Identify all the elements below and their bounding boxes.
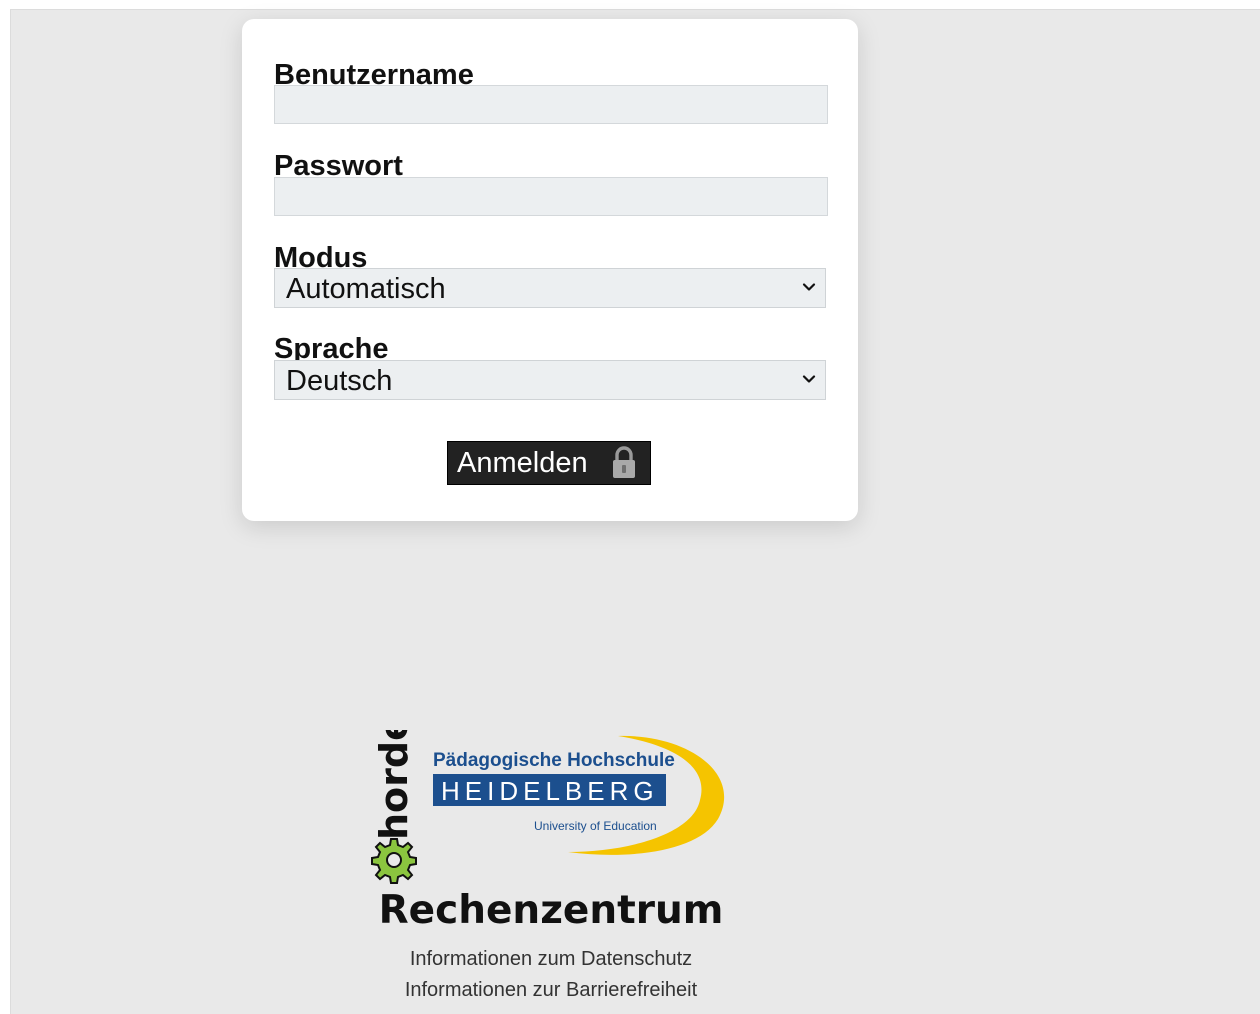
accessibility-link[interactable]: Informationen zur Barrierefreiheit <box>11 978 1091 1002</box>
privacy-link[interactable]: Informationen zum Datenschutz <box>11 947 1091 971</box>
login-button-label: Anmelden <box>457 447 588 479</box>
ph-line-3: University of Education <box>534 819 657 833</box>
chevron-down-icon <box>802 283 816 291</box>
ph-line-1: Pädagogische Hochschule <box>433 750 675 771</box>
ph-heidelberg-logo: Pädagogische Hochschule HEIDELBERG Unive… <box>433 735 725 855</box>
login-card: Benutzername Passwort Modus Automatisch … <box>242 19 858 521</box>
ph-line-2: HEIDELBERG <box>441 776 659 806</box>
language-select-value: Deutsch <box>286 365 393 397</box>
horde-logo: horde <box>372 730 416 840</box>
horde-logo-text: horde <box>372 730 416 840</box>
login-button[interactable]: Anmelden <box>447 441 651 485</box>
mode-select[interactable]: Automatisch <box>274 268 826 308</box>
username-input[interactable] <box>274 85 828 124</box>
mode-select-value: Automatisch <box>286 273 446 305</box>
brand-title: Rechenzentrum <box>378 888 724 933</box>
gear-icon <box>371 838 417 884</box>
password-input[interactable] <box>274 177 828 216</box>
language-select[interactable]: Deutsch <box>274 360 826 400</box>
page-background: Benutzername Passwort Modus Automatisch … <box>10 9 1260 1014</box>
chevron-down-icon <box>802 375 816 383</box>
lock-icon <box>613 446 635 478</box>
